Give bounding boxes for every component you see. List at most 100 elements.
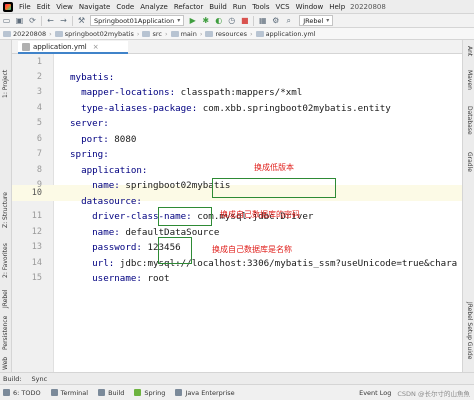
menu-help[interactable]: Help [326,3,348,11]
csdn-watermark: CSDN @长尔寸的山魚魚 [397,390,470,398]
left-tool-strip: 1: Project Z: Structure 2: Favorites JRe… [0,40,12,372]
toolbar-separator [41,15,42,26]
tool-tab-maven[interactable]: Maven [466,70,473,90]
coverage-icon[interactable]: ◐ [212,15,225,27]
line-number-current: 10 [31,188,42,198]
username-highlight-box [158,237,192,264]
menu-refactor[interactable]: Refactor [171,3,206,11]
status-bar: 6: TODO Terminal Build Spring Java Enter… [0,384,474,400]
breadcrumb-item[interactable]: application.yml [255,30,315,38]
driver-highlight-box [212,178,336,198]
editor-tab-bar: application.yml × [12,40,462,54]
build-hammer-icon[interactable]: ⚒ [75,15,88,27]
menu-code[interactable]: Code [113,3,137,11]
forward-icon[interactable]: → [57,15,70,27]
chevron-down-icon: ▾ [326,17,330,24]
open-folder-icon[interactable]: ▭ [0,15,13,27]
tab-application-yml[interactable]: application.yml × [18,41,128,54]
terminal-tool-button[interactable]: Terminal [50,389,88,397]
breadcrumb-item[interactable]: src › [142,30,170,38]
code-line: mapper-locations: classpath:mappers/*xml [70,87,303,98]
folder-icon [3,30,11,37]
menu-window[interactable]: Window [293,3,327,11]
spring-tool-button[interactable]: Spring [134,389,165,397]
code-line: server: [70,118,109,129]
line-number: 3 [36,87,42,97]
tool-tab-database[interactable]: Database [466,106,473,135]
folder-icon [170,30,179,37]
project-structure-icon[interactable]: ▦ [256,15,269,27]
event-log-button[interactable]: Event Log [359,389,391,397]
chevron-down-icon: ▾ [177,17,181,24]
tool-tab-structure[interactable]: Z: Structure [2,192,9,228]
menu-view[interactable]: View [53,3,76,11]
line-number: 13 [31,242,42,252]
menu-analyze[interactable]: Analyze [137,3,171,11]
sync-tab[interactable]: Sync [32,375,48,383]
build-tab[interactable]: Build: [3,375,22,383]
line-number: 12 [31,227,42,237]
line-number: 1 [36,57,42,67]
breadcrumb-item[interactable]: springboot02mybatis › [54,30,143,38]
tool-tab-ant[interactable]: Ant [466,46,473,56]
back-icon[interactable]: ← [44,15,57,27]
menu-file[interactable]: File [16,3,34,11]
run-icon[interactable]: ▶ [186,15,199,27]
line-number: 6 [36,134,42,144]
breadcrumb-item[interactable]: resources › [205,30,255,38]
line-number: 7 [36,149,42,159]
tool-tab-favorites[interactable]: 2: Favorites [2,243,9,278]
tool-tab-persistence[interactable]: Persistence [2,316,9,350]
title-bar: File Edit View Navigate Code Analyze Ref… [0,0,474,14]
menu-navigate[interactable]: Navigate [76,3,113,11]
close-icon[interactable]: × [93,43,99,51]
jrebel-label: JRebel [303,16,324,25]
run-configuration-select[interactable]: Springboot01Application ▾ [90,15,185,26]
main-toolbar: ▭ ▣ ⟳ ← → ⚒ Springboot01Application ▾ ▶ … [0,14,474,28]
search-icon[interactable]: ⌕ [282,15,295,27]
folder-icon [54,30,63,37]
password-annotation: 换成自己数据库的密码 [220,210,300,219]
driver-annotation: 换成低版本 [254,163,294,172]
menu-build[interactable]: Build [206,3,230,11]
java-enterprise-icon [175,389,183,396]
save-all-icon[interactable]: ▣ [13,15,26,27]
code-line: url: jdbc:mysql://localhost:3306/mybatis… [70,258,458,269]
menu-tools[interactable]: Tools [249,3,272,11]
tool-tab-jrebel-setup-guide[interactable]: JRebel Setup Guide [466,302,473,359]
settings-icon[interactable]: ⚙ [269,15,282,27]
menu-run[interactable]: Run [230,3,249,11]
file-icon [255,30,264,37]
status-right-group: Event Log CSDN @长尔寸的山魚魚 [359,388,470,398]
profile-icon[interactable]: ◷ [225,15,238,27]
build-tool-button[interactable]: Build [98,389,124,397]
java-enterprise-tool-button[interactable]: Java Enterprise [175,389,235,397]
menu-edit[interactable]: Edit [34,3,54,11]
tool-tab-web[interactable]: Web [2,357,9,370]
todo-tool-button[interactable]: 6: TODO [3,389,41,397]
code-line: name: defaultDataSource [70,227,220,238]
todo-icon [3,389,10,396]
code-line: username: root [70,273,170,284]
stop-icon[interactable]: ■ [238,15,251,27]
menu-vcs[interactable]: VCS [272,3,292,11]
line-number: 14 [31,258,42,268]
debug-icon[interactable]: ✱ [199,15,212,27]
folder-icon [142,30,151,37]
tool-tab-jrebel[interactable]: JRebel [2,289,9,308]
build-tool-strip: Build: Sync [0,372,474,384]
tool-tab-gradle[interactable]: Gradle [466,152,473,172]
sync-icon[interactable]: ⟳ [26,15,39,27]
line-number: 5 [36,118,42,128]
jrebel-select[interactable]: JRebel ▾ [299,15,334,26]
code-line: name: springboot02mybatis [70,180,231,191]
code-editor[interactable]: 1 2 3 4 5 6 7 8 9 10 11 12 13 14 15 myba… [12,54,462,372]
intellij-logo-icon [3,1,13,12]
toolbar-separator [72,15,73,26]
breadcrumb-item[interactable]: 20220808 › [3,30,55,38]
tool-tab-project[interactable]: 1: Project [2,70,9,98]
breadcrumb-item[interactable]: main › [170,30,206,38]
code-line: spring: [70,149,109,160]
code-line: mybatis: [70,72,115,83]
run-config-label: Springboot01Application [94,16,175,25]
